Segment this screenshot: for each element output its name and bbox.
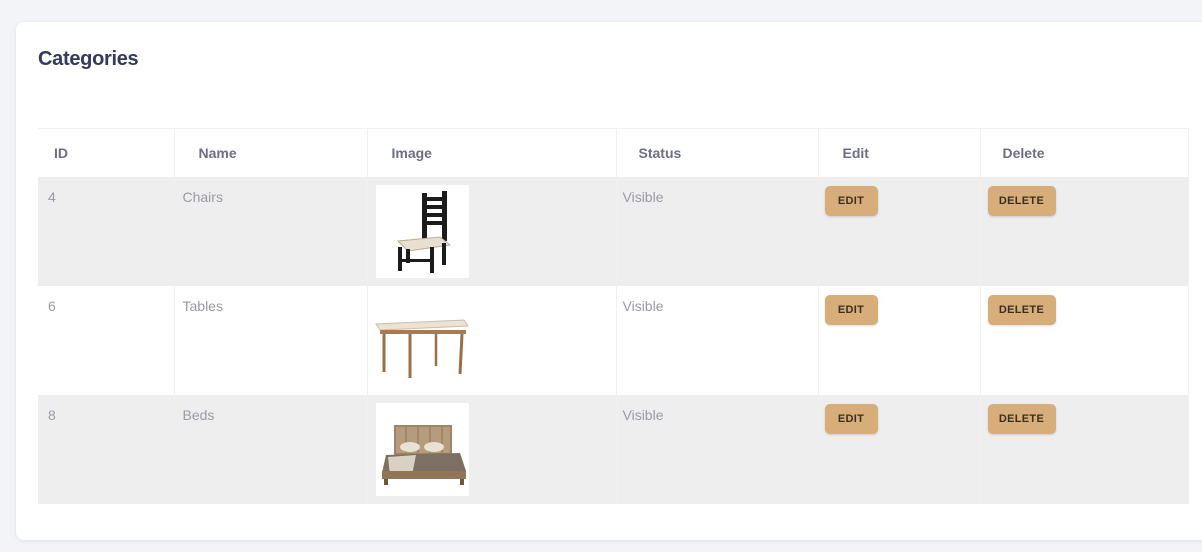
- header-id: ID: [38, 128, 175, 177]
- categories-card: Categories ID Name Image Status Edit Del…: [16, 22, 1202, 540]
- chair-image: [375, 185, 469, 278]
- delete-button[interactable]: DELETE: [987, 404, 1056, 434]
- row-id: 8: [48, 407, 56, 423]
- page-title: Categories: [38, 48, 139, 70]
- header-edit: Edit: [818, 128, 981, 177]
- table-row: 8 Beds Visible EDIT DELETE: [38, 395, 1189, 504]
- table-image: [369, 294, 470, 387]
- table-row: 6 Tables Visible EDIT DELETE: [38, 286, 1189, 395]
- row-name: Chairs: [182, 189, 223, 205]
- edit-button[interactable]: EDIT: [824, 404, 878, 434]
- header-status: Status: [616, 128, 819, 177]
- row-name: Beds: [182, 407, 215, 423]
- row-status: Visible: [622, 189, 664, 205]
- header-image: Image: [367, 128, 617, 177]
- header-name: Name: [174, 128, 368, 177]
- delete-button[interactable]: DELETE: [987, 295, 1056, 325]
- header-delete: Delete: [980, 128, 1189, 177]
- table-header-row: ID Name Image Status Edit Delete: [38, 128, 1189, 177]
- row-id: 4: [48, 189, 56, 205]
- table-row: 4 Chairs Visible EDIT DELETE: [38, 177, 1189, 286]
- categories-table: ID Name Image Status Edit Delete 4 Chair…: [38, 128, 1189, 504]
- row-status: Visible: [622, 298, 664, 314]
- edit-button[interactable]: EDIT: [824, 186, 878, 216]
- row-id: 6: [48, 298, 56, 314]
- row-name: Tables: [182, 298, 223, 314]
- row-status: Visible: [622, 407, 664, 423]
- bed-image: [375, 403, 469, 496]
- delete-button[interactable]: DELETE: [987, 186, 1056, 216]
- edit-button[interactable]: EDIT: [824, 295, 878, 325]
